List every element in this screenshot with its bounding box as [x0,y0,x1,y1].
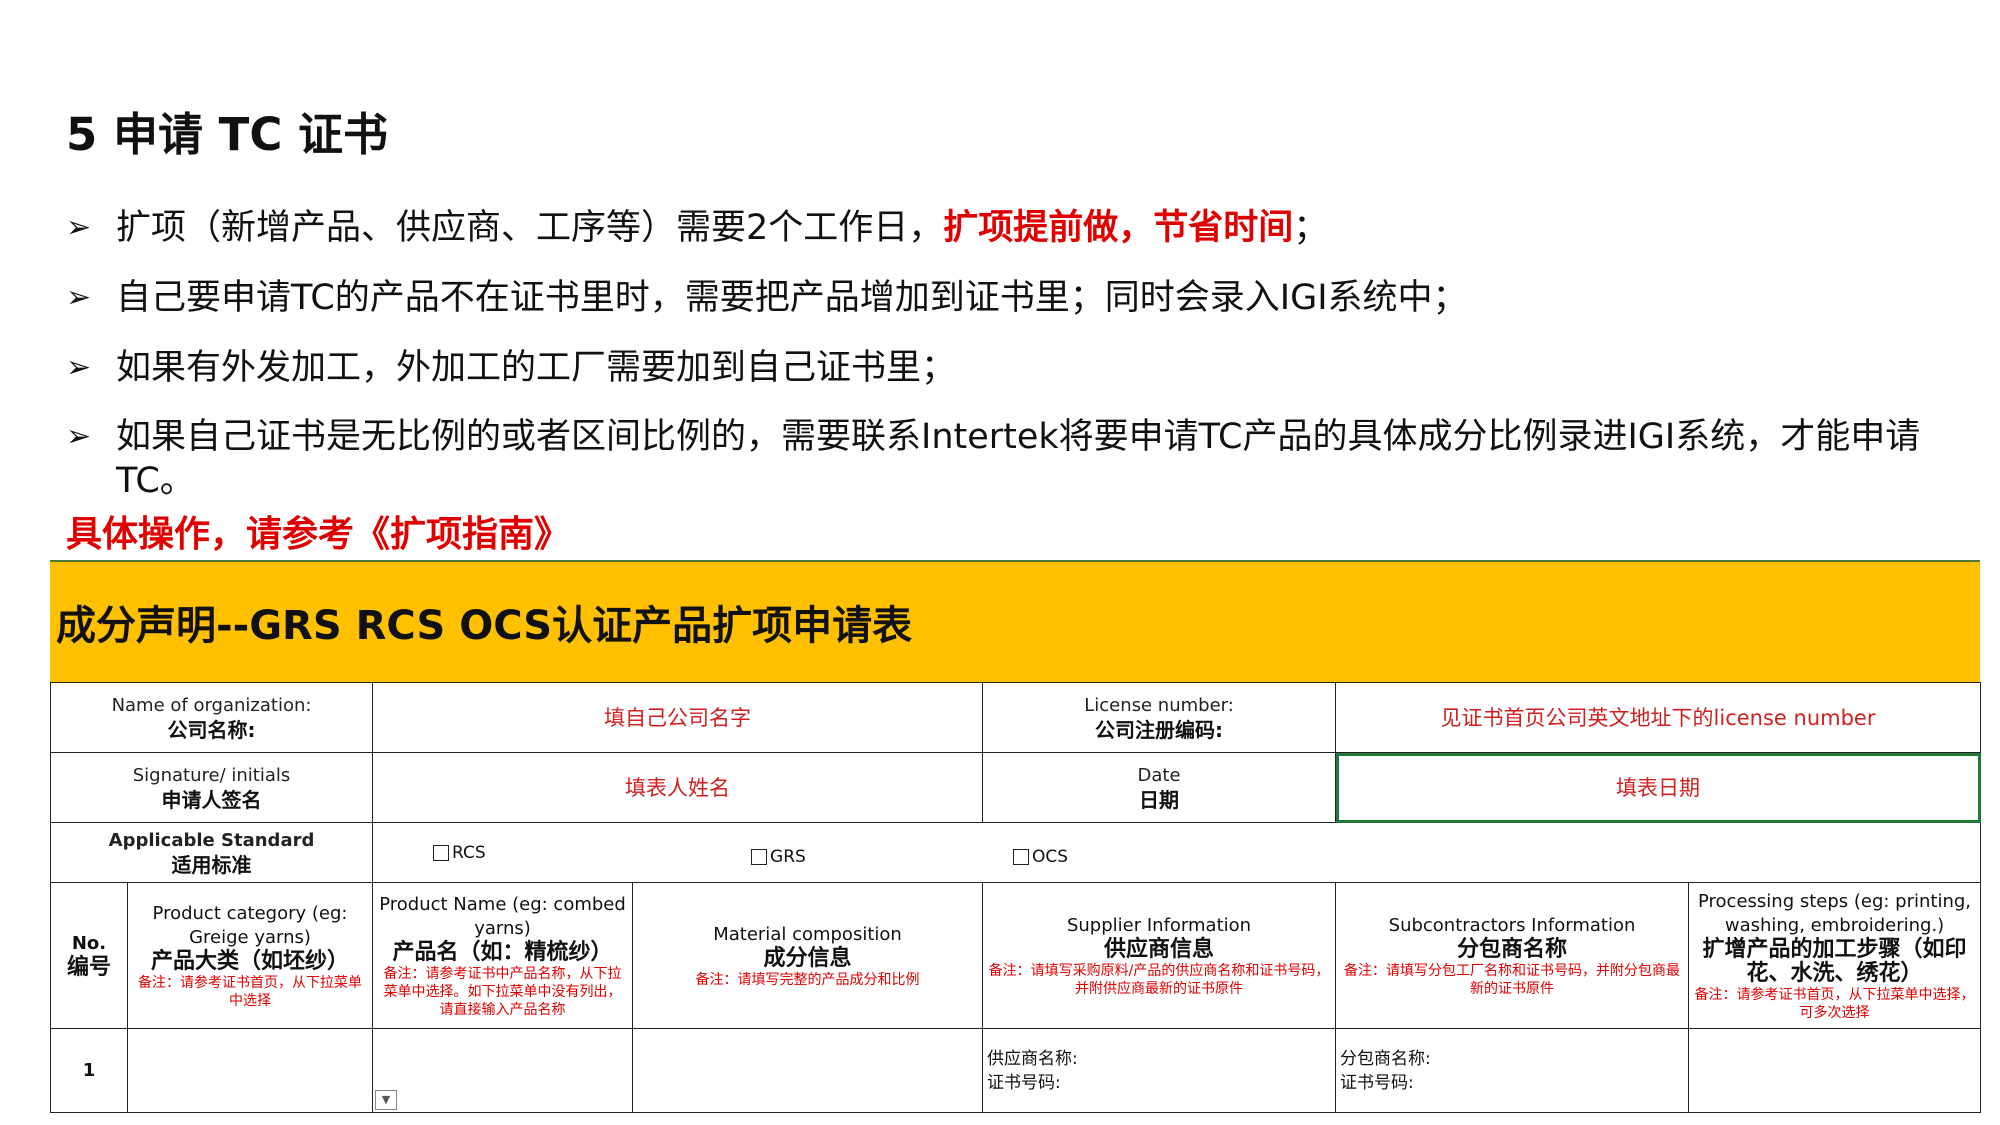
standard-option-grs[interactable]: GRS [751,845,806,869]
col-name-hint: 备注：请参考证书中产品名称，从下拉菜单中选择。如下拉菜单中没有列出，请直接输入产… [383,965,622,1018]
col-supplier-hint: 备注：请填写采购原料/产品的供应商名称和证书号码，并附供应商最新的证书原件 [988,962,1330,997]
arrow-bullet-icon: ➢ [66,419,92,454]
bullet-tail: ； [1293,208,1329,248]
form-title-text: 成分声明--GRS RCS OCS认证产品扩项申请表 [56,603,913,649]
standard-option-ocs[interactable]: OCS [1013,845,1068,869]
subcontractor-cert-label: 证书号码: [1340,1072,1414,1093]
bullet-item: ➢ 扩项（新增产品、供应商、工序等）需要2个工作日，扩项提前做，节省时间； [66,205,1956,251]
col-subcontractor-cn: 分包商名称 [1457,936,1568,962]
license-value[interactable]: 见证书首页公司英文地址下的license number [1335,682,1982,753]
bullet-item: ➢ 如果自己证书是无比例的或者区间比例的，需要联系Intertek将要申请TC产… [66,415,1956,503]
bullet-item: ➢ 自己要申请TC的产品不在证书里时，需要把产品增加到证书里；同时会录入IGI系… [66,275,1956,321]
col-category-en: Product category (eg: Greige yarns) [152,902,348,948]
col-supplier-header: Supplier Information 供应商信息 备注：请填写采购原料/产品… [982,882,1337,1029]
arrow-bullet-icon: ➢ [66,280,92,315]
date-label-en: Date [1137,764,1181,786]
application-form: 成分声明--GRS RCS OCS认证产品扩项申请表 Name of organ… [49,560,1982,1113]
col-supplier-cn: 供应商信息 [1104,936,1215,962]
slide-title: 5 申请 TC 证书 [66,108,389,161]
col-no-header: No. 编号 [50,882,128,1029]
col-category-header: Product category (eg: Greige yarns) 产品大类… [126,882,374,1029]
bullet-highlight: 扩项提前做，节省时间 [943,208,1294,248]
license-label-en: License number: [1084,694,1234,716]
license-label-cn: 公司注册编码: [1095,717,1224,742]
dropdown-arrow-icon[interactable]: ▼ [375,1090,398,1110]
reference-note: 具体操作，请参考《扩项指南》 [66,514,571,555]
supplier-name-label: 供应商名称: [987,1048,1078,1069]
signature-value[interactable]: 填表人姓名 [372,752,984,823]
signature-label-cn: 申请人签名 [161,787,262,812]
col-no-en: No. [71,932,107,954]
standard-option-label: GRS [770,846,806,867]
col-category-hint: 备注：请参考证书首页，从下拉菜单中选择 [138,974,362,1009]
processing-cell[interactable] [1688,1028,1982,1113]
category-cell[interactable] [126,1028,374,1113]
standard-row: Applicable Standard 适用标准 RCS GRS OCS [49,822,1982,883]
column-header-row: No. 编号 Product category (eg: Greige yarn… [50,882,1982,1029]
col-subcontractor-hint: 备注：请填写分包工厂名称和证书号码，并附分包商最新的证书原件 [1344,962,1681,997]
arrow-bullet-icon: ➢ [66,210,92,245]
col-material-hint: 备注：请填写完整的产品成分和比例 [695,971,920,988]
form-table: Name of organization: 公司名称: 填自己公司名字 Lice… [49,682,1982,1113]
date-value[interactable]: 填表日期 [1335,752,1982,823]
col-processing-cn: 扩增产品的加工步骤（如印花、水洗、绣花） [1702,936,1967,986]
standard-option-rcs[interactable]: RCS [433,841,486,865]
subcontractor-cell[interactable]: 分包商名称: 证书号码: [1335,1028,1690,1113]
standard-label: Applicable Standard 适用标准 [49,822,374,883]
bullet-text: 如果自己证书是无比例的或者区间比例的，需要联系Intertek将要申请TC产品的… [116,417,1921,501]
standard-options: RCS GRS OCS [372,822,1982,883]
col-category-cn: 产品大类（如坯纱） [151,948,350,974]
bullet-text: 自己要申请TC的产品不在证书里时，需要把产品增加到证书里；同时会录入IGI系统中… [116,278,1468,318]
col-name-cn: 产品名（如：精梳纱） [392,939,613,965]
signature-label: Signature/ initials 申请人签名 [49,752,374,823]
col-subcontractor-header: Subcontractors Information 分包商名称 备注：请填写分… [1335,882,1690,1029]
bullet-text: 扩项（新增产品、供应商、工序等）需要2个工作日， [116,208,944,248]
col-supplier-en: Supplier Information [1066,914,1252,936]
checkbox-icon[interactable] [433,844,450,861]
arrow-bullet-icon: ➢ [66,350,92,385]
col-material-cn: 成分信息 [763,945,852,971]
standard-option-label: RCS [452,842,486,863]
standard-label-en: Applicable Standard [108,829,315,851]
date-label: Date 日期 [982,752,1337,823]
col-material-en: Material composition [713,923,902,945]
row-number: 1 [50,1028,128,1113]
standard-label-cn: 适用标准 [171,852,252,877]
col-no-cn: 编号 [66,954,111,980]
supplier-cell[interactable]: 供应商名称: 证书号码: [982,1028,1337,1113]
org-label-en: Name of organization: [111,694,312,716]
org-label: Name of organization: 公司名称: [49,682,374,753]
checkbox-icon[interactable] [751,848,768,865]
col-name-header: Product Name (eg: combed yarns) 产品名（如：精梳… [372,882,634,1029]
col-subcontractor-en: Subcontractors Information [1388,914,1636,936]
license-label: License number: 公司注册编码: [982,682,1337,753]
form-title: 成分声明--GRS RCS OCS认证产品扩项申请表 [50,560,1980,682]
signature-label-en: Signature/ initials [132,764,291,786]
org-value[interactable]: 填自己公司名字 [372,682,984,753]
table-row: 1 ▼ 供应商名称: 证书号码: 分包商名称: 证书号码: [50,1028,1982,1113]
product-name-cell[interactable]: ▼ [372,1028,634,1113]
org-row: Name of organization: 公司名称: 填自己公司名字 Lice… [49,682,1982,753]
subcontractor-name-label: 分包商名称: [1340,1048,1431,1069]
col-processing-en: Processing steps (eg: printing, washing,… [1698,890,1972,936]
signature-row: Signature/ initials 申请人签名 填表人姓名 Date 日期 … [49,752,1982,823]
standard-option-label: OCS [1032,846,1069,867]
supplier-cert-label: 证书号码: [987,1072,1061,1093]
date-label-cn: 日期 [1139,787,1180,812]
col-processing-hint: 备注：请参考证书首页，从下拉菜单中选择，可多次选择 [1694,986,1975,1021]
checkbox-icon[interactable] [1013,848,1030,865]
bullet-item: ➢ 如果有外发加工，外加工的工厂需要加到自己证书里； [66,345,1956,391]
col-material-header: Material composition 成分信息 备注：请填写完整的产品成分和… [632,882,984,1029]
bullet-list: ➢ 扩项（新增产品、供应商、工序等）需要2个工作日，扩项提前做，节省时间； ➢ … [66,205,1956,527]
bullet-text: 如果有外发加工，外加工的工厂需要加到自己证书里； [116,348,957,388]
col-name-en: Product Name (eg: combed yarns) [379,893,626,939]
org-label-cn: 公司名称: [167,717,256,742]
material-cell[interactable] [632,1028,984,1113]
col-processing-header: Processing steps (eg: printing, washing,… [1688,882,1982,1029]
